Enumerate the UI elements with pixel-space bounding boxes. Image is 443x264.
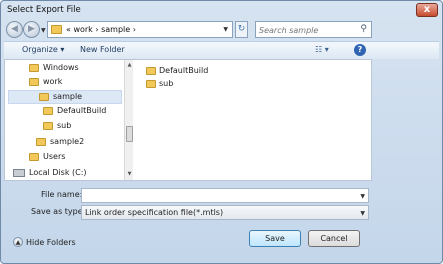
save-as-type-value: Link order specification file(*.mtls) <box>85 208 224 217</box>
tree-item-defaultbuild[interactable]: DefaultBuild <box>43 105 123 119</box>
folder-icon <box>36 138 46 146</box>
save-as-type-label: Save as type: <box>31 207 86 216</box>
file-name-field: ▼ <box>81 188 369 203</box>
navigation-bar: ◀ ▶ ▼ « work › sample › ▼ ↻ ⚲ <box>4 19 439 41</box>
search-icon[interactable]: ⚲ <box>360 24 367 34</box>
folder-icon <box>146 80 156 88</box>
command-toolbar: Organize ▾ New Folder ☷ ▾ ? <box>4 41 439 59</box>
help-icon[interactable]: ? <box>354 44 366 56</box>
navigation-tree: Windows work sample DefaultBuild sub sam… <box>5 60 124 180</box>
folder-icon <box>29 64 39 72</box>
views-icon[interactable]: ☷ ▾ <box>315 45 329 54</box>
search-box: ⚲ <box>255 21 372 38</box>
scroll-thumb[interactable] <box>126 126 133 142</box>
file-name-input[interactable] <box>84 190 354 201</box>
hide-folders-label: Hide Folders <box>26 238 76 247</box>
file-name-label: File name: <box>41 190 83 199</box>
tree-item-sample2[interactable]: sample2 <box>36 136 116 150</box>
address-bar[interactable]: « work › sample › ▼ <box>47 21 233 38</box>
folder-icon <box>146 67 156 75</box>
scroll-up-icon[interactable]: ▲ <box>126 62 133 69</box>
list-item-label: DefaultBuild <box>159 66 209 75</box>
tree-item-windows[interactable]: Windows <box>29 62 119 76</box>
close-button[interactable]: x <box>416 3 438 17</box>
folder-icon <box>51 25 62 34</box>
save-as-type-select[interactable]: Link order specification file(*.mtls) ▼ <box>81 205 369 220</box>
back-arrow-icon[interactable]: ◀ <box>6 21 23 38</box>
breadcrumb[interactable]: « work › sample › <box>66 25 136 34</box>
scroll-down-icon[interactable]: ▼ <box>126 171 133 178</box>
folder-icon <box>29 153 39 161</box>
chevron-down-icon[interactable]: ▼ <box>360 193 365 200</box>
tree-item-sub[interactable]: sub <box>43 120 113 134</box>
folder-icon <box>43 122 53 130</box>
list-item-label: sub <box>159 79 174 88</box>
tree-item-label: sample2 <box>50 137 85 146</box>
title-bar: Select Export File x <box>1 1 442 21</box>
tree-scrollbar[interactable]: ▲ ▼ <box>124 60 133 180</box>
drive-icon <box>13 169 25 177</box>
recent-locations-dropdown-icon[interactable]: ▼ <box>41 27 46 34</box>
tree-item-users[interactable]: Users <box>29 151 109 165</box>
tree-item-sample[interactable]: sample <box>8 90 122 104</box>
tree-item-label: DefaultBuild <box>57 106 107 115</box>
folder-icon <box>39 93 49 101</box>
file-list: DefaultBuild sub <box>141 60 371 180</box>
search-input[interactable] <box>259 24 355 36</box>
tree-item-label: work <box>43 77 63 86</box>
chevron-down-icon[interactable]: ▼ <box>223 26 228 33</box>
new-folder-button[interactable]: New Folder <box>80 45 125 54</box>
chevron-down-icon[interactable]: ▼ <box>360 210 365 217</box>
tree-item-label: Users <box>43 152 66 161</box>
save-button[interactable]: Save <box>249 230 301 247</box>
tree-item-local-disk[interactable]: Local Disk (C:) <box>13 167 123 180</box>
browser-pane: Windows work sample DefaultBuild sub sam… <box>4 59 372 181</box>
folder-icon <box>43 107 53 115</box>
cancel-button[interactable]: Cancel <box>308 230 360 247</box>
tree-item-work[interactable]: work <box>29 76 119 90</box>
organize-button[interactable]: Organize ▾ <box>22 45 64 54</box>
tree-item-label: Local Disk (C:) <box>29 168 87 177</box>
forward-arrow-icon[interactable]: ▶ <box>23 21 40 38</box>
dialog-window: Select Export File x ◀ ▶ ▼ « work › samp… <box>0 0 443 264</box>
folder-icon <box>29 78 39 86</box>
refresh-icon[interactable]: ↻ <box>235 21 248 38</box>
dialog-title: Select Export File <box>7 5 81 15</box>
tree-item-label: Windows <box>43 63 79 72</box>
tree-item-label: sample <box>53 92 83 101</box>
tree-item-label: sub <box>57 121 72 130</box>
chevron-up-icon: ▲ <box>13 237 23 247</box>
